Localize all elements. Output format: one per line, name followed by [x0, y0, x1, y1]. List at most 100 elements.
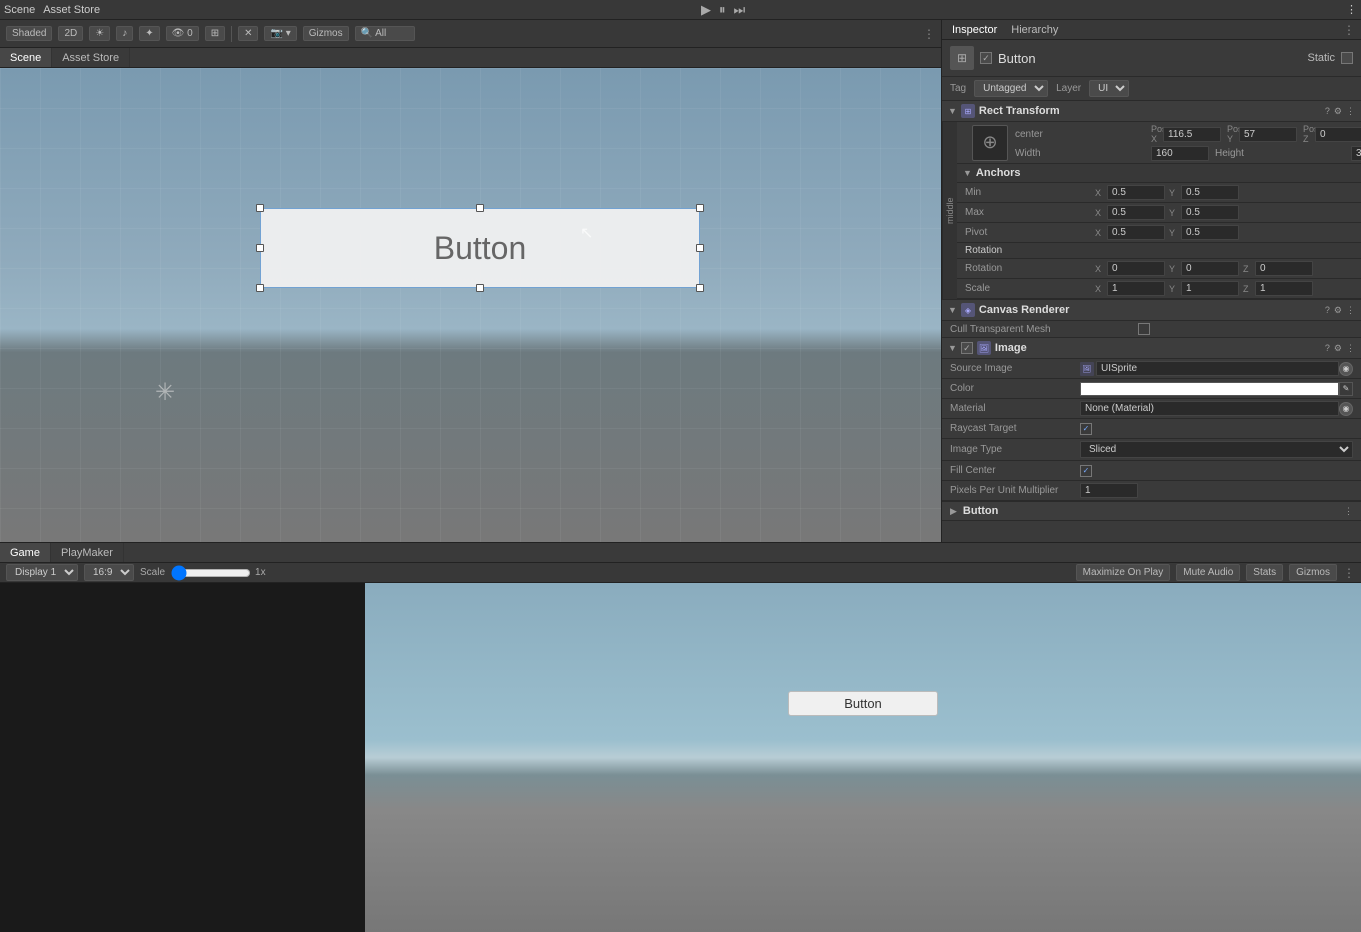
canvas-renderer-header[interactable]: ▼ ◈ Canvas Renderer ? ⚙ ⋮	[942, 300, 1361, 321]
tab-inspector[interactable]: Inspector	[948, 24, 1001, 36]
scene-dots[interactable]: ⋮	[923, 27, 935, 41]
width-label: Width	[1015, 148, 1145, 159]
static-checkbox[interactable]	[1341, 52, 1353, 64]
tab-playmaker[interactable]: PlayMaker	[51, 543, 124, 562]
grid-toggle[interactable]: ⊞	[205, 26, 225, 41]
image-header[interactable]: ▼ ✓ 🖼 Image ? ⚙ ⋮	[942, 338, 1361, 359]
game-gizmos-btn[interactable]: Gizmos	[1289, 564, 1337, 581]
color-swatch[interactable]	[1080, 382, 1339, 396]
tag-dropdown[interactable]: Untagged	[974, 80, 1048, 97]
pixels-input[interactable]	[1080, 483, 1138, 498]
scene-viewport[interactable]: Button ↖ ✳	[0, 68, 941, 542]
hidden-toggle[interactable]: 👁 0	[166, 26, 199, 41]
anchor-preset-btn[interactable]: ⊕	[965, 125, 1015, 161]
color-picker-btn[interactable]: ✎	[1339, 382, 1353, 396]
scale-z-input[interactable]	[1255, 281, 1313, 296]
pause-button[interactable]: ⏸	[719, 2, 726, 18]
rect-options-btn[interactable]: ⚙	[1334, 106, 1342, 117]
handle-top-right[interactable]	[696, 204, 704, 212]
handle-bottom-middle[interactable]	[476, 284, 484, 292]
rect-transform-header[interactable]: ▼ ⊞ Rect Transform ? ⚙ ⋮	[942, 101, 1361, 122]
display-dropdown[interactable]: Display 1	[6, 564, 78, 581]
width-input[interactable]	[1151, 146, 1209, 161]
search-all[interactable]: 🔍 All	[355, 26, 415, 41]
effect-toggle[interactable]: ✦	[139, 26, 159, 41]
tab-scene[interactable]: Scene	[0, 48, 52, 67]
tab-game[interactable]: Game	[0, 543, 51, 562]
canvas-help-btn[interactable]: ?	[1325, 305, 1330, 316]
handle-top-middle[interactable]	[476, 204, 484, 212]
anchor-max-y-input[interactable]	[1181, 205, 1239, 220]
rot-y-input[interactable]	[1181, 261, 1239, 276]
stats-btn[interactable]: Stats	[1246, 564, 1283, 581]
camera-dropdown[interactable]: 📷 ▾	[264, 26, 296, 41]
maximize-btn[interactable]: Maximize On Play	[1076, 564, 1171, 581]
dots-menu[interactable]: ⋮	[1346, 3, 1357, 16]
source-image-picker[interactable]: ◉	[1339, 362, 1353, 376]
image-dots-btn[interactable]: ⋮	[1346, 343, 1355, 354]
image-enabled-checkbox[interactable]: ✓	[961, 342, 973, 354]
inspector-scrollable[interactable]: ⊞ ✓ Button Static Tag Untagged Layer UI	[942, 40, 1361, 542]
handle-bottom-right[interactable]	[696, 284, 704, 292]
handle-right-middle[interactable]	[696, 244, 704, 252]
pos-z-input[interactable]	[1315, 127, 1361, 142]
fill-center-checkbox[interactable]: ✓	[1080, 465, 1092, 477]
play-button[interactable]: ▶	[701, 2, 711, 18]
material-input[interactable]	[1080, 401, 1339, 416]
shaded-dropdown[interactable]: Shaded	[6, 26, 52, 41]
rot-x-input[interactable]	[1107, 261, 1165, 276]
anchor-max-x-input[interactable]	[1107, 205, 1165, 220]
close-scene[interactable]: ✕	[238, 26, 258, 41]
anchors-header[interactable]: ▼ Anchors	[957, 164, 1361, 183]
object-name[interactable]: Button	[998, 51, 1301, 66]
rect-dots-btn[interactable]: ⋮	[1346, 106, 1355, 117]
rotation-label: Rotation	[965, 263, 1095, 274]
ratio-dropdown[interactable]: 16:9	[84, 564, 134, 581]
menu-scene[interactable]: Scene	[4, 4, 35, 16]
object-enabled-checkbox[interactable]: ✓	[980, 52, 992, 64]
anchor-icon[interactable]: ⊕	[972, 125, 1008, 161]
scale-y-input[interactable]	[1181, 281, 1239, 296]
button-comp-label[interactable]: Button	[963, 505, 1338, 517]
button-comp-dots[interactable]: ⋮	[1344, 506, 1353, 517]
rect-help-btn[interactable]: ?	[1325, 106, 1330, 117]
inspector-dots[interactable]: ⋮	[1343, 23, 1355, 37]
tab-hierarchy[interactable]: Hierarchy	[1007, 24, 1062, 36]
image-help-btn[interactable]: ?	[1325, 343, 1330, 354]
anchor-min-y-input[interactable]	[1181, 185, 1239, 200]
pos-y-input[interactable]	[1239, 127, 1297, 142]
rot-z-input[interactable]	[1255, 261, 1313, 276]
canvas-dots-btn[interactable]: ⋮	[1346, 305, 1355, 316]
source-image-input[interactable]	[1096, 361, 1339, 376]
pivot-y-input[interactable]	[1181, 225, 1239, 240]
raycast-checkbox[interactable]: ✓	[1080, 423, 1092, 435]
handle-left-middle[interactable]	[256, 244, 264, 252]
scale-x-input[interactable]	[1107, 281, 1165, 296]
gizmos-dropdown[interactable]: Gizmos	[303, 26, 349, 41]
scene-button-box[interactable]: Button	[260, 208, 700, 288]
image-type-dropdown[interactable]: Sliced	[1080, 441, 1353, 458]
mute-btn[interactable]: Mute Audio	[1176, 564, 1240, 581]
handle-bottom-left[interactable]	[256, 284, 264, 292]
tab-asset-store[interactable]: Asset Store	[52, 48, 130, 67]
anchor-min-x-input[interactable]	[1107, 185, 1165, 200]
height-input[interactable]	[1351, 146, 1361, 161]
material-picker[interactable]: ◉	[1339, 402, 1353, 416]
layer-dropdown[interactable]: UI	[1089, 80, 1129, 97]
pivot-x-input[interactable]	[1107, 225, 1165, 240]
pos-x-input[interactable]	[1163, 127, 1221, 142]
game-button[interactable]: Button	[788, 691, 938, 716]
scene-selected-object[interactable]: Button	[260, 208, 700, 288]
light-toggle[interactable]: ☀	[89, 26, 110, 41]
canvas-options-btn[interactable]: ⚙	[1334, 305, 1342, 316]
scale-slider[interactable]	[171, 565, 251, 581]
sound-toggle[interactable]: ♪	[116, 26, 133, 41]
image-options-btn[interactable]: ⚙	[1334, 343, 1342, 354]
game-dots[interactable]: ⋮	[1343, 566, 1355, 580]
menu-asset-store[interactable]: Asset Store	[43, 4, 100, 16]
2d-toggle[interactable]: 2D	[58, 26, 83, 41]
cull-checkbox[interactable]	[1138, 323, 1150, 335]
anchor-max-row: Max X Y	[957, 203, 1361, 223]
step-button[interactable]: ⏭	[733, 2, 745, 18]
handle-top-left[interactable]	[256, 204, 264, 212]
